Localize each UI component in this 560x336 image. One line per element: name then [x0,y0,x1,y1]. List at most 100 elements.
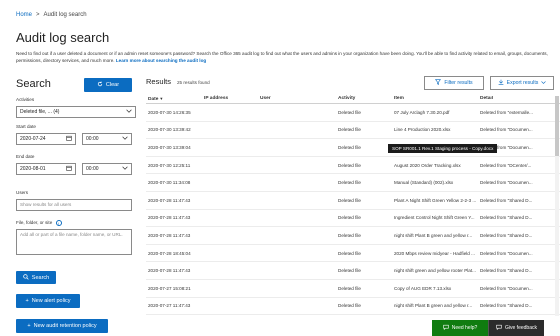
table-row[interactable]: 2020-07-30 13:39:04 Deleted file SOP SR001… [146,139,560,157]
cell-detail: Deleted from "Shared D... [480,197,533,203]
column-header-user[interactable]: User [260,96,338,101]
cell-date: 2020-07-28 11:47:43 [148,197,191,203]
chevron-down-icon [122,136,128,142]
end-time-value: 00:00 [86,166,99,172]
cell-item: August 2020 Order Tracking.xlsx [394,162,461,168]
activities-value: Deleted file, ... (4) [20,109,60,115]
scrollbar-thumb[interactable] [555,96,559,156]
cell-activity: Deleted file [338,268,361,274]
start-date-label: Start date [16,124,36,129]
column-header-ip[interactable]: IP address [204,96,260,101]
cell-activity: Deleted file [338,144,361,150]
table-row[interactable]: 2020-07-28 11:47:43 Deleted file Ingredien… [146,210,560,228]
intro-text: Need to find out if a user deleted a doc… [16,50,556,64]
cell-activity: Deleted file [338,303,361,309]
cell-activity: Deleted file [338,232,361,238]
column-header-item[interactable]: Item [394,96,480,101]
cell-item: Manual (Standard) (002).xlsx [394,180,454,186]
end-date-value: 2020-08-01 [20,166,46,172]
new-alert-policy-button[interactable]: + New alert policy [16,294,80,308]
cell-date: 2020-07-28 11:47:43 [148,215,191,221]
filter-results-button[interactable]: Filter results [424,76,484,90]
cell-date: 2020-07-28 11:47:43 [148,232,191,238]
learn-more-link[interactable]: Learn more about searching the audit log [116,58,206,63]
need-help-label: Need help? [451,325,478,331]
cell-detail: Deleted from "externalle... [480,109,533,115]
table-row[interactable]: 2020-07-28 11:47:43 Deleted file night shi… [146,227,560,245]
cell-detail: Deleted from "Documen... [480,285,533,291]
cell-item: Ingredient Control Night Shift Green Y..… [394,215,475,221]
cell-detail: Deleted from "Documen... [480,250,533,256]
users-input[interactable]: Show results for all users [16,199,132,211]
table-row[interactable]: 2020-07-28 18:45:04 Deleted file 2020 Mbps… [146,245,560,263]
breadcrumb-home-link[interactable]: Home [16,12,32,18]
end-date-picker[interactable]: 2020-08-01 [16,163,76,175]
table-row[interactable]: 2020-07-27 11:47:43 Deleted file night shi… [146,298,560,316]
footer-bar: Need help? Give feedback [432,320,544,336]
start-date-picker[interactable]: 2020-07-24 [16,133,76,145]
cell-activity: Deleted file [338,197,361,203]
search-icon [23,273,29,282]
results-scrollbar[interactable] [555,96,559,316]
table-header: Date▼ IP address User Activity Item Deta… [146,94,560,104]
new-audit-retention-policy-button[interactable]: + New audit retention policy [16,319,108,333]
end-date-label: End date [16,154,35,159]
give-feedback-label: Give feedback [505,325,537,331]
cell-detail: Deleted from "Shared D... [480,268,533,274]
table-row[interactable]: 2020-07-28 11:47:43 Deleted file night shi… [146,262,560,280]
cell-detail: Deleted from "Shared D... [480,232,533,238]
cell-activity: Deleted file [338,215,361,221]
results-count: 25 results found [177,80,210,85]
table-row[interactable]: 2020-07-30 11:34:08 Deleted file Manual (S… [146,174,560,192]
cell-activity: Deleted file [338,162,361,168]
plus-icon: + [25,298,29,304]
cell-detail: Deleted from "Shared D... [480,215,533,221]
cell-activity: Deleted file [338,109,361,115]
feedback-icon [496,324,502,332]
end-time-select[interactable]: 00:00 [82,163,132,175]
info-icon[interactable]: i [55,220,62,226]
export-results-button[interactable]: Export results [490,76,554,90]
cell-detail: Deleted from "Documen... [480,180,533,186]
cell-date: 2020-07-30 14:26:35 [148,109,191,115]
table-row[interactable]: 2020-07-28 11:47:43 Deleted file Plant A N… [146,192,560,210]
cell-activity: Deleted file [338,180,361,186]
cell-item: 07 July Arclagh 7.30.20.pdf [394,109,450,115]
cell-activity: Deleted file [338,285,361,291]
activities-label: Activities [16,97,35,102]
item-tooltip: SOP SR001.1 Rev.1 Staging process - Copy… [388,144,498,153]
filter-results-label: Filter results [444,80,473,86]
table-row[interactable]: 2020-07-30 14:26:35 Deleted file 07 July A… [146,104,560,122]
breadcrumb: Home > Audit log search [16,12,87,18]
search-button[interactable]: Search [16,271,56,284]
table-row[interactable]: 2020-07-30 12:25:11 Deleted file August 20… [146,157,560,175]
refresh-icon [97,81,103,89]
sort-descending-icon: ▼ [159,95,164,101]
activities-select[interactable]: Deleted file, ... (4) [16,106,136,118]
table-row[interactable]: 2020-07-30 13:39:42 Deleted file Line 4 Pr… [146,122,560,140]
cell-item: Line 4 Production 2020.xlsx [394,127,451,133]
file-folder-site-input[interactable]: Add all or part of a file name, folder n… [16,229,132,255]
column-header-date[interactable]: Date▼ [146,96,204,102]
cell-detail: Deleted from "Documen... [480,127,533,133]
column-header-activity[interactable]: Activity [338,96,394,101]
breadcrumb-current: Audit log search [43,12,87,18]
clear-button-label: Clear [105,82,120,88]
table-row[interactable]: 2020-07-27 15:08:21 Deleted file Copy of A… [146,280,560,298]
need-help-button[interactable]: Need help? [432,320,488,336]
users-label: Users [16,190,28,195]
plus-icon: + [27,323,31,329]
cell-date: 2020-07-27 11:47:43 [148,303,191,309]
cell-date: 2020-07-28 18:45:04 [148,250,191,256]
filter-icon [435,79,442,87]
results-heading: Results [146,77,172,86]
cell-item: night shift green and yellow rooter Plat… [394,268,476,274]
chevron-down-icon [126,109,132,115]
chat-icon [443,324,449,332]
cell-item: 2020 Mbps review midyear - Hadfield ... [394,250,475,256]
clear-button[interactable]: Clear [84,78,132,92]
give-feedback-button[interactable]: Give feedback [488,320,544,336]
cell-item: Copy of AUG EDR 7.13.xlsx [394,285,452,291]
start-time-select[interactable]: 00:00 [82,133,132,145]
column-header-detail[interactable]: Detail [480,96,560,101]
